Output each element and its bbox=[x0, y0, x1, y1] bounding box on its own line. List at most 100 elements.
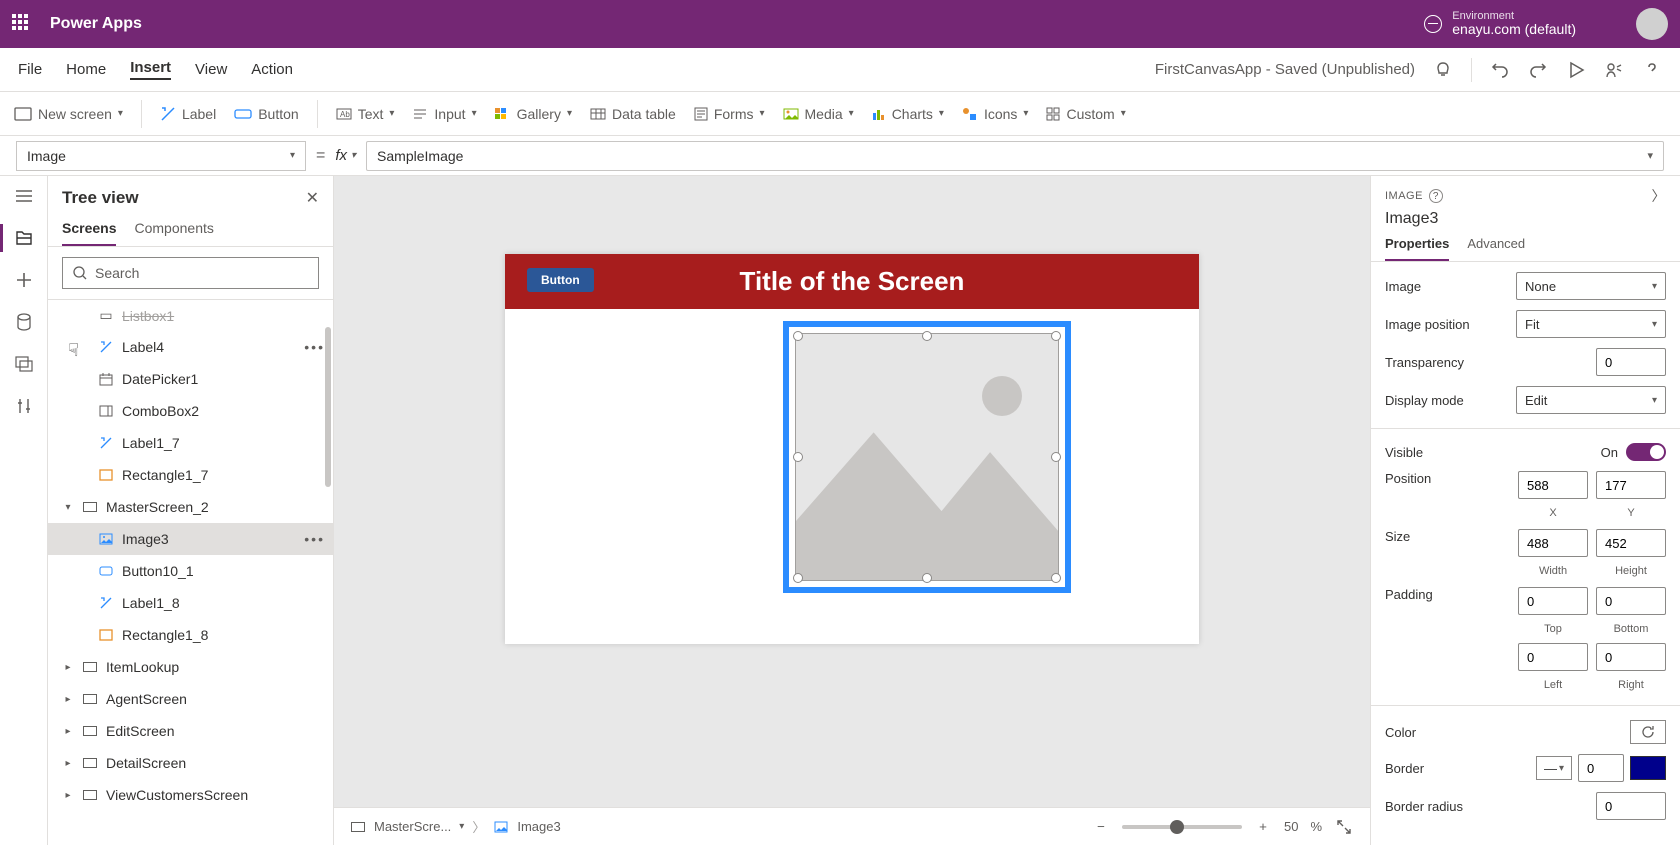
avatar[interactable] bbox=[1636, 8, 1668, 40]
tab-properties[interactable]: Properties bbox=[1385, 236, 1449, 261]
prop-pad-left[interactable] bbox=[1518, 643, 1588, 671]
prop-image-select[interactable]: None▾ bbox=[1516, 272, 1666, 300]
breadcrumb-control[interactable]: Image3 bbox=[517, 819, 560, 834]
insert-datatable-button[interactable]: Data table bbox=[590, 106, 676, 122]
insert-input-menu[interactable]: Input▾ bbox=[412, 106, 476, 122]
insert-gallery-menu[interactable]: Gallery▾ bbox=[495, 106, 572, 122]
breadcrumb[interactable]: MasterScre... ▾ 〉 Image3 bbox=[350, 817, 561, 836]
insert-charts-menu[interactable]: Charts▾ bbox=[872, 106, 944, 122]
tree-node-datepicker1[interactable]: DatePicker1 bbox=[48, 363, 333, 395]
prop-pad-bottom[interactable] bbox=[1596, 587, 1666, 615]
menu-insert[interactable]: Insert bbox=[130, 59, 171, 80]
zoom-out-button[interactable]: − bbox=[1092, 818, 1110, 836]
tree-node-button10-1[interactable]: Button10_1 bbox=[48, 555, 333, 587]
chevron-down-icon[interactable]: ▾ bbox=[62, 502, 74, 513]
insert-text-menu[interactable]: AbText▾ bbox=[336, 106, 395, 122]
resize-handle[interactable] bbox=[793, 331, 803, 341]
resize-handle[interactable] bbox=[793, 452, 803, 462]
expand-formula-icon[interactable]: ▾ bbox=[1647, 149, 1653, 162]
chevron-right-icon[interactable]: 〉 bbox=[1652, 186, 1667, 206]
fx-icon[interactable]: fx▾ bbox=[335, 147, 356, 164]
prop-border-width[interactable] bbox=[1578, 754, 1624, 782]
prop-displaymode-select[interactable]: Edit▾ bbox=[1516, 386, 1666, 414]
tree-node-rectangle1-8[interactable]: Rectangle1_8 bbox=[48, 619, 333, 651]
resize-handle[interactable] bbox=[922, 573, 932, 583]
insert-forms-menu[interactable]: Forms▾ bbox=[694, 106, 765, 122]
hamburger-icon[interactable] bbox=[14, 186, 34, 206]
prop-pos-y[interactable] bbox=[1596, 471, 1666, 499]
tab-advanced[interactable]: Advanced bbox=[1467, 236, 1525, 261]
prop-imagepos-select[interactable]: Fit▾ bbox=[1516, 310, 1666, 338]
canvas-button[interactable]: Button bbox=[527, 268, 594, 292]
resize-handle[interactable] bbox=[793, 573, 803, 583]
add-icon[interactable] bbox=[14, 270, 34, 290]
prop-color-picker[interactable] bbox=[1630, 720, 1666, 744]
play-icon[interactable] bbox=[1566, 60, 1586, 80]
tree-node-listbox1[interactable]: ▭Listbox1 bbox=[48, 299, 333, 331]
canvas-area[interactable]: Button Title of the Screen bbox=[334, 176, 1370, 845]
help-icon[interactable]: ? bbox=[1429, 189, 1443, 203]
prop-pos-x[interactable] bbox=[1518, 471, 1588, 499]
prop-visible-toggle[interactable] bbox=[1626, 443, 1666, 461]
selected-image-control[interactable] bbox=[783, 321, 1071, 593]
tree-node-image3[interactable]: Image3••• bbox=[48, 523, 333, 555]
zoom-slider[interactable] bbox=[1122, 825, 1242, 829]
formula-input[interactable]: SampleImage▾ bbox=[366, 141, 1664, 171]
redo-icon[interactable] bbox=[1528, 60, 1548, 80]
property-selector[interactable]: Image▾ bbox=[16, 141, 306, 171]
resize-handle[interactable] bbox=[1051, 452, 1061, 462]
screen-preview[interactable]: Button Title of the Screen bbox=[505, 254, 1199, 644]
resize-handle[interactable] bbox=[1051, 573, 1061, 583]
resize-handle[interactable] bbox=[1051, 331, 1061, 341]
more-icon[interactable]: ••• bbox=[304, 531, 325, 547]
media-rail-icon[interactable] bbox=[14, 354, 34, 374]
resize-handle[interactable] bbox=[922, 331, 932, 341]
tree-node-masterscreen2[interactable]: ▾MasterScreen_2 bbox=[48, 491, 333, 523]
tree-node-rectangle1-7[interactable]: Rectangle1_7 bbox=[48, 459, 333, 491]
prop-transparency-input[interactable] bbox=[1596, 348, 1666, 376]
menu-view[interactable]: View bbox=[195, 61, 227, 78]
prop-pad-right[interactable] bbox=[1596, 643, 1666, 671]
tree-node-detailscreen[interactable]: ▸DetailScreen bbox=[48, 747, 333, 779]
zoom-in-button[interactable]: + bbox=[1254, 818, 1272, 836]
menu-action[interactable]: Action bbox=[251, 61, 293, 78]
tree-node-itemlookup[interactable]: ▸ItemLookup bbox=[48, 651, 333, 683]
tree-view-icon[interactable] bbox=[14, 228, 34, 248]
breadcrumb-screen[interactable]: MasterScre... bbox=[374, 819, 451, 834]
tree-node-editscreen[interactable]: ▸EditScreen bbox=[48, 715, 333, 747]
insert-button[interactable]: Button bbox=[234, 106, 298, 122]
share-icon[interactable] bbox=[1604, 60, 1624, 80]
chevron-right-icon[interactable]: ▸ bbox=[62, 662, 74, 673]
tab-components[interactable]: Components bbox=[134, 220, 213, 246]
prop-size-w[interactable] bbox=[1518, 529, 1588, 557]
tab-screens[interactable]: Screens bbox=[62, 220, 116, 246]
menu-file[interactable]: File bbox=[18, 61, 42, 78]
tree-node-label1-7[interactable]: Label1_7 bbox=[48, 427, 333, 459]
fit-to-window-icon[interactable] bbox=[1334, 817, 1354, 837]
search-input[interactable]: Search bbox=[62, 257, 319, 289]
prop-borderradius-input[interactable] bbox=[1596, 792, 1666, 820]
prop-border-color[interactable] bbox=[1630, 756, 1666, 780]
tree-node-label1-8[interactable]: Label1_8 bbox=[48, 587, 333, 619]
tree-node-agentscreen[interactable]: ▸AgentScreen bbox=[48, 683, 333, 715]
tree-node-label4[interactable]: Label4••• bbox=[48, 331, 333, 363]
new-screen-button[interactable]: New screen▾ bbox=[14, 106, 123, 122]
insert-icons-menu[interactable]: Icons▾ bbox=[962, 106, 1029, 122]
undo-icon[interactable] bbox=[1490, 60, 1510, 80]
prop-pad-top[interactable] bbox=[1518, 587, 1588, 615]
waffle-icon[interactable] bbox=[12, 14, 32, 34]
app-checker-icon[interactable] bbox=[1433, 60, 1453, 80]
menu-home[interactable]: Home bbox=[66, 61, 106, 78]
insert-custom-menu[interactable]: Custom▾ bbox=[1046, 106, 1125, 122]
close-icon[interactable]: ✕ bbox=[306, 188, 319, 208]
tree-list[interactable]: ▭Listbox1 Label4••• DatePicker1 ComboBox… bbox=[48, 299, 333, 845]
insert-media-menu[interactable]: Media▾ bbox=[783, 106, 854, 122]
tree-node-combobox2[interactable]: ComboBox2 bbox=[48, 395, 333, 427]
data-icon[interactable] bbox=[14, 312, 34, 332]
tools-icon[interactable] bbox=[14, 396, 34, 416]
environment-picker[interactable]: Environment enayu.com (default) bbox=[1424, 10, 1576, 37]
help-icon[interactable] bbox=[1642, 60, 1662, 80]
more-icon[interactable]: ••• bbox=[304, 339, 325, 355]
prop-border-style[interactable]: — ▾ bbox=[1536, 756, 1572, 780]
insert-label-button[interactable]: Label bbox=[160, 106, 216, 122]
